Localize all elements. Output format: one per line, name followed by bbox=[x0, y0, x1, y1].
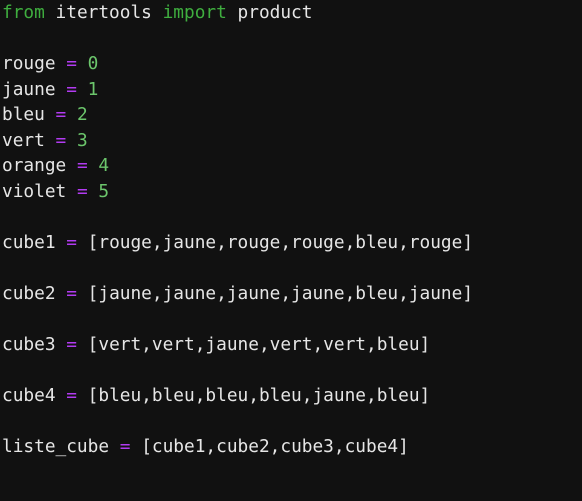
code-editor[interactable]: from itertools import product rouge = 0j… bbox=[2, 0, 473, 459]
operator-token: = bbox=[76, 155, 88, 176]
code-line[interactable]: rouge = 0 bbox=[2, 51, 473, 77]
code-line[interactable]: cube2 = [jaune,jaune,jaune,jaune,bleu,ja… bbox=[2, 281, 473, 307]
number-token: 4 bbox=[98, 155, 110, 176]
code-line[interactable]: from itertools import product bbox=[2, 0, 473, 26]
identifier-token: cube3 bbox=[2, 333, 67, 355]
identifier-token bbox=[77, 53, 88, 74]
identifier-token bbox=[66, 104, 77, 125]
identifier-token bbox=[77, 79, 88, 100]
identifier-token: [rouge,jaune,rouge,rouge,bleu,rouge] bbox=[76, 231, 474, 253]
code-line[interactable]: cube3 = [vert,vert,jaune,vert,vert,bleu] bbox=[2, 332, 473, 358]
operator-token: = bbox=[55, 104, 67, 125]
identifier-token: [cube1,cube2,cube3,cube4] bbox=[130, 435, 409, 457]
identifier-token: rouge bbox=[2, 53, 67, 74]
identifier-token: vert bbox=[2, 129, 56, 151]
code-line[interactable] bbox=[2, 204, 473, 230]
identifier-token: cube4 bbox=[2, 384, 67, 406]
code-line[interactable]: vert = 3 bbox=[2, 128, 473, 154]
code-line[interactable]: cube1 = [rouge,jaune,rouge,rouge,bleu,ro… bbox=[2, 230, 473, 256]
operator-token: = bbox=[119, 435, 131, 457]
number-token: 5 bbox=[98, 180, 110, 202]
operator-token: = bbox=[66, 53, 77, 74]
code-line[interactable]: bleu = 2 bbox=[2, 102, 473, 128]
code-line[interactable] bbox=[2, 255, 473, 281]
identifier-token bbox=[88, 181, 99, 202]
keyword-token: from bbox=[2, 2, 45, 23]
operator-token: = bbox=[66, 282, 77, 304]
code-line[interactable]: liste_cube = [cube1,cube2,cube3,cube4] bbox=[2, 434, 473, 460]
identifier-token: [vert,vert,jaune,vert,vert,bleu] bbox=[76, 333, 431, 355]
identifier-token bbox=[88, 155, 99, 176]
code-line[interactable]: violet = 5 bbox=[2, 179, 473, 205]
keyword-token: import bbox=[162, 2, 227, 23]
identifier-token: [bleu,bleu,bleu,bleu,jaune,bleu] bbox=[76, 384, 431, 406]
operator-token: = bbox=[66, 78, 77, 100]
identifier-token bbox=[66, 130, 77, 151]
identifier-token: jaune bbox=[2, 78, 67, 100]
code-line[interactable] bbox=[2, 408, 473, 434]
code-line[interactable] bbox=[2, 306, 473, 332]
code-line[interactable]: jaune = 1 bbox=[2, 77, 473, 103]
identifier-token: cube2 bbox=[2, 282, 67, 304]
operator-token: = bbox=[76, 180, 88, 202]
identifier-token: product bbox=[226, 2, 313, 23]
identifier-token: itertools bbox=[44, 2, 163, 23]
identifier-token: [jaune,jaune,jaune,jaune,bleu,jaune] bbox=[76, 282, 474, 304]
operator-token: = bbox=[66, 231, 77, 253]
number-token: 3 bbox=[76, 129, 88, 151]
number-token: 1 bbox=[87, 78, 99, 100]
number-token: 0 bbox=[87, 53, 99, 74]
code-line[interactable]: orange = 4 bbox=[2, 153, 473, 179]
identifier-token: cube1 bbox=[2, 231, 67, 253]
identifier-token: bleu bbox=[2, 104, 56, 125]
identifier-token: orange bbox=[2, 155, 77, 176]
number-token: 2 bbox=[76, 104, 88, 125]
code-line[interactable] bbox=[2, 26, 473, 52]
operator-token: = bbox=[66, 384, 77, 406]
operator-token: = bbox=[55, 129, 67, 151]
code-line[interactable] bbox=[2, 357, 473, 383]
identifier-token: liste_cube bbox=[2, 435, 120, 457]
identifier-token: violet bbox=[2, 180, 77, 202]
code-line[interactable]: cube4 = [bleu,bleu,bleu,bleu,jaune,bleu] bbox=[2, 383, 473, 409]
operator-token: = bbox=[66, 333, 77, 355]
